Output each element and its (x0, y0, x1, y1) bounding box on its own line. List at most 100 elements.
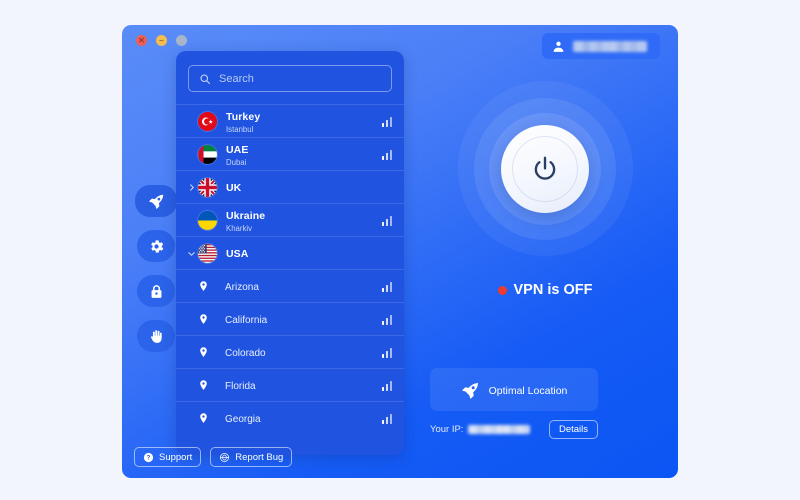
hand-icon (150, 329, 162, 343)
side-rail (133, 185, 179, 352)
flag-icon-ae (198, 144, 217, 164)
power-icon (534, 156, 556, 180)
location-pin-icon (198, 378, 215, 392)
support-label: Support (159, 451, 193, 463)
signal-strength-icon (381, 380, 392, 391)
support-button[interactable]: ? Support (134, 447, 202, 467)
report-bug-label: Report Bug (235, 451, 284, 463)
country-text: Ukraine Kharkiv (226, 206, 382, 234)
city-text: Georgia (225, 409, 382, 427)
svg-text:?: ? (147, 455, 151, 461)
city-text: Florida (225, 376, 382, 394)
country-city: Kharkiv (226, 224, 252, 234)
country-text: UK (226, 178, 392, 196)
optimal-location-label: Optimal Location (488, 384, 568, 397)
flag-icon-us (198, 243, 217, 263)
sidebar-item-vpn[interactable] (135, 185, 177, 217)
status-dot (497, 285, 507, 295)
minimize-window-button[interactable]: – (156, 35, 167, 46)
location-pin-icon (198, 411, 215, 425)
gear-icon (150, 239, 163, 253)
country-name: UAE (226, 144, 249, 157)
power-glow-ring-3 (489, 112, 601, 225)
power-area: VPN is OFF (412, 81, 678, 298)
account-username-redacted (573, 40, 647, 52)
signal-strength-icon (381, 149, 392, 160)
search-input[interactable] (219, 72, 381, 85)
city-name: Georgia (225, 414, 261, 426)
country-row[interactable]: UAE Dubai (176, 137, 404, 170)
power-toggle-button[interactable] (501, 124, 589, 213)
chevron-right-icon[interactable] (184, 183, 198, 192)
main-panel: VPN is OFF Optimal Location Your IP: Det… (412, 51, 678, 478)
signal-strength-icon (381, 215, 392, 226)
country-row[interactable]: Turkey Istanbul (176, 104, 404, 137)
sidebar-item-settings[interactable] (137, 230, 175, 262)
app-window: ✕ – Search Turkey Istanbul UAE Dubai UK … (122, 25, 678, 478)
ip-row: Your IP: Details (430, 420, 598, 439)
search-wrapper (176, 51, 404, 104)
power-inner-ring (512, 135, 578, 202)
signal-strength-icon (381, 314, 392, 325)
vpn-status: VPN is OFF (497, 282, 593, 298)
flag-icon-tr (198, 111, 217, 131)
signal-strength-icon (381, 116, 392, 127)
country-row[interactable]: USA (176, 236, 404, 269)
ip-label: Your IP: (430, 424, 464, 435)
city-row[interactable]: Florida (176, 368, 404, 401)
rocket-icon (148, 193, 163, 209)
rocket-icon (462, 382, 478, 399)
city-row[interactable]: California (176, 302, 404, 335)
location-pin-icon (198, 279, 215, 293)
city-row[interactable]: Georgia (176, 401, 404, 434)
country-row[interactable]: Ukraine Kharkiv (176, 203, 404, 236)
city-row[interactable]: Arizona (176, 269, 404, 302)
city-row[interactable]: Colorado (176, 335, 404, 368)
country-name: UK (226, 182, 242, 195)
power-glow-rings (457, 81, 633, 256)
city-name: Florida (225, 381, 256, 393)
country-city: Dubai (226, 158, 247, 168)
location-pin-icon (198, 312, 215, 326)
country-text: Turkey Istanbul (226, 107, 382, 135)
country-text: UAE Dubai (226, 140, 382, 168)
traffic-lights: ✕ – (136, 35, 187, 46)
location-pin-icon (198, 345, 215, 359)
sidebar-item-privacy[interactable] (137, 320, 175, 352)
city-name: Arizona (225, 282, 259, 294)
city-text: Colorado (225, 343, 382, 361)
ip-value-redacted (468, 425, 531, 434)
close-window-button[interactable]: ✕ (136, 35, 147, 46)
signal-strength-icon (381, 347, 392, 358)
question-circle-icon: ? (143, 452, 154, 462)
country-list[interactable]: Turkey Istanbul UAE Dubai UK Ukraine Kharkiv US… (176, 104, 404, 452)
country-row[interactable]: UK (176, 170, 404, 203)
details-button[interactable]: Details (548, 420, 598, 439)
minimize-icon: – (159, 35, 164, 45)
country-text: USA (226, 244, 392, 262)
status-text: VPN is OFF (513, 282, 593, 298)
city-name: California (225, 315, 268, 327)
country-panel: TurkeyIstanbul UAEDubai UK UkraineKharkiv US… (176, 51, 404, 455)
optimal-location-card[interactable]: Optimal Location (430, 368, 598, 411)
country-name: Turkey (226, 111, 261, 124)
footer: ? Support Report Bug (134, 447, 293, 467)
sidebar-item-security[interactable] (137, 275, 175, 307)
power-glow-ring-2 (474, 97, 616, 240)
maximize-window-button[interactable] (176, 35, 187, 46)
city-name: Colorado (225, 348, 266, 360)
city-text: Arizona (225, 277, 382, 295)
signal-strength-icon (381, 413, 392, 424)
search-box[interactable] (188, 65, 392, 92)
flag-icon-ua (198, 210, 217, 230)
bug-icon (220, 452, 230, 462)
report-bug-button[interactable]: Report Bug (210, 447, 293, 467)
country-city: Istanbul (226, 125, 254, 135)
close-icon: ✕ (138, 35, 145, 45)
country-name: Ukraine (226, 210, 266, 223)
flag-icon-gb (198, 177, 217, 197)
country-name: USA (226, 248, 249, 261)
city-text: California (225, 310, 382, 328)
signal-strength-icon (381, 281, 392, 292)
chevron-down-icon[interactable] (184, 249, 198, 258)
